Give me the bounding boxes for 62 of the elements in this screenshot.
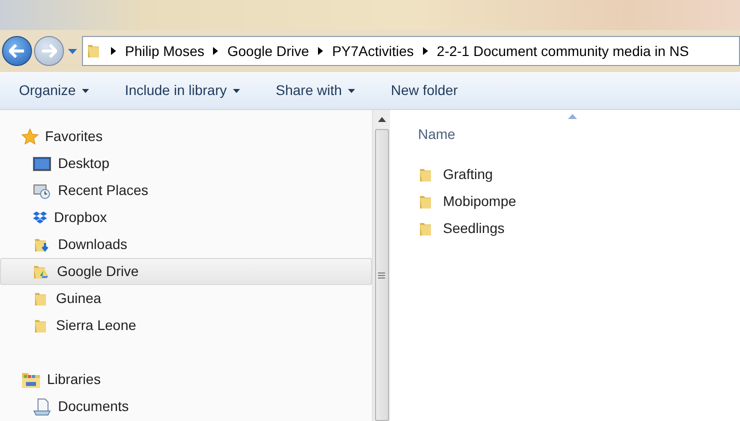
group-label: Libraries [47, 370, 101, 389]
chevron-icon [318, 47, 324, 55]
library-icon [21, 370, 41, 388]
scrollbar[interactable] [372, 110, 390, 421]
nav-label: Dropbox [54, 208, 107, 227]
address-bar[interactable]: Philip Moses Google Drive PY7Activities 2-2-1 Document community media in NS [82, 36, 740, 66]
nav-item[interactable]: Dropbox [0, 204, 372, 231]
file-row[interactable]: Grafting [418, 161, 495, 188]
star-icon [21, 128, 39, 146]
nav-label: Google Drive [57, 262, 139, 281]
toolbar-button[interactable]: New folder [390, 80, 458, 101]
file-row[interactable]: Mobipompe [418, 188, 518, 215]
file-name: Grafting [443, 165, 493, 184]
nav-item[interactable]: Sierra Leone [0, 312, 372, 339]
document-icon [33, 398, 51, 416]
column-header[interactable]: Name [418, 124, 588, 148]
file-name: Mobipompe [443, 192, 516, 211]
folder-icon [418, 194, 434, 210]
chevron-icon [111, 47, 116, 55]
nav-item[interactable]: Recent Places [0, 177, 372, 204]
arrow-left-icon [9, 44, 25, 58]
nav-label: Desktop [58, 154, 110, 173]
folder-icon [418, 220, 434, 236]
caret-icon [68, 48, 76, 54]
folder-icon [418, 166, 434, 182]
nav-item[interactable]: Desktop [0, 150, 372, 177]
nav-item[interactable]: Downloads [0, 231, 372, 258]
nav-label: Documents [58, 397, 129, 416]
nav-label: Sierra Leone [56, 316, 136, 335]
chevron-icon [422, 47, 428, 55]
folder-download-icon [33, 236, 51, 252]
monitor-icon [33, 156, 51, 170]
nav-item[interactable]: Google Drive [0, 258, 372, 285]
nav-group-header[interactable]: Favorites [0, 123, 372, 150]
toolbar-button[interactable]: Organize [19, 80, 89, 101]
nav-item[interactable]: Documents [0, 393, 372, 420]
nav-label: Recent Places [58, 181, 148, 200]
folder-icon [86, 43, 102, 59]
breadcrumb-item[interactable]: PY7Activities [332, 40, 414, 62]
computer-clock-icon [33, 182, 51, 198]
back-button[interactable] [2, 36, 32, 66]
breadcrumb-item[interactable]: Google Drive [227, 40, 310, 62]
breadcrumb-item[interactable]: Philip Moses [125, 40, 204, 62]
dropbox-icon [33, 211, 47, 224]
file-row[interactable]: Seedlings [418, 215, 506, 242]
breadcrumb-item[interactable]: 2-2-1 Document community media in NS [436, 40, 689, 62]
chevron-icon [213, 47, 218, 55]
folder-icon [33, 290, 49, 306]
toolbar-button[interactable]: Include in library [124, 80, 240, 101]
nav-item[interactable]: Guinea [0, 285, 372, 312]
file-name: Seedlings [443, 219, 504, 238]
folder-icon [33, 318, 49, 334]
grip-icon [378, 272, 385, 278]
scroll-thumb[interactable] [374, 129, 388, 421]
scroll-up-icon[interactable] [378, 117, 386, 122]
nav-group-header[interactable]: Libraries [0, 366, 372, 393]
nav-label: Guinea [56, 289, 102, 308]
arrow-right-icon [41, 44, 57, 58]
group-label: Favorites [45, 127, 103, 146]
nav-label: Downloads [58, 235, 128, 254]
toolbar-button[interactable]: Share with [276, 80, 355, 101]
folder-drive-icon [32, 264, 50, 280]
